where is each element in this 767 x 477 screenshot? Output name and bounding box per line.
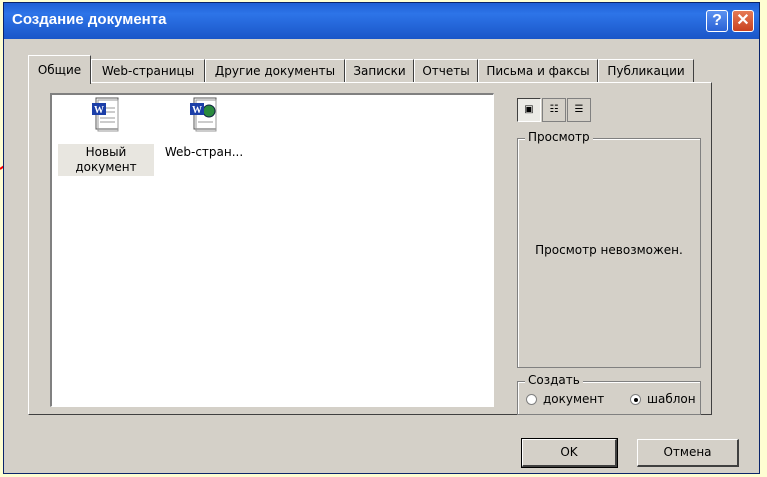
tab-letters-faxes[interactable]: Письма и факсы	[478, 59, 598, 83]
view-large-icons-button[interactable]: ▣	[517, 98, 541, 122]
create-template-radio[interactable]: шаблон	[630, 392, 696, 406]
create-title: Создать	[525, 373, 583, 387]
web-page-icon: W	[190, 97, 217, 132]
tab-web-pages[interactable]: Web-страницы	[91, 59, 205, 83]
title-bar[interactable]: Создание документа ? ✕	[4, 3, 759, 39]
tab-other-documents[interactable]: Другие документы	[205, 59, 345, 83]
cancel-button[interactable]: Отмена	[637, 439, 739, 467]
new-document-dialog: Создание документа ? ✕ Общие Web-страниц…	[3, 2, 760, 474]
radio-indicator	[526, 393, 537, 405]
template-list[interactable]: W Новый документ W Web-стран...	[50, 93, 494, 407]
svg-text:W: W	[192, 105, 202, 116]
radio-label: документ	[543, 392, 605, 406]
ok-button[interactable]: OK	[521, 438, 618, 468]
help-button[interactable]: ?	[706, 10, 728, 32]
radio-label: шаблон	[647, 392, 696, 406]
create-document-radio[interactable]: документ	[526, 392, 604, 406]
template-new-document[interactable]: W Новый документ	[58, 95, 154, 176]
large-icons-icon: ▣	[524, 104, 534, 115]
template-label: Web-стран...	[164, 145, 244, 159]
create-group: Создать документ шаблон	[517, 373, 701, 415]
tab-memos[interactable]: Записки	[345, 59, 414, 83]
details-icon: ☰	[574, 104, 584, 115]
template-web-page[interactable]: W Web-стран...	[156, 95, 252, 161]
close-button[interactable]: ✕	[732, 10, 754, 32]
tab-publications[interactable]: Публикации	[598, 59, 694, 83]
preview-message: Просмотр невозможен.	[535, 243, 683, 257]
preview-group: Просмотр Просмотр невозможен.	[517, 130, 701, 368]
radio-indicator	[630, 393, 641, 405]
template-label: Новый документ	[58, 144, 154, 176]
tab-reports[interactable]: Отчеты	[414, 59, 478, 83]
svg-text:W: W	[94, 105, 104, 116]
preview-title: Просмотр	[525, 130, 593, 144]
window-title: Создание документа	[12, 11, 167, 28]
word-document-icon: W	[92, 97, 119, 132]
list-icon: ☷	[549, 104, 559, 115]
view-list-button[interactable]: ☷	[542, 98, 566, 122]
view-details-button[interactable]: ☰	[567, 98, 591, 122]
tab-general[interactable]: Общие	[28, 55, 91, 84]
